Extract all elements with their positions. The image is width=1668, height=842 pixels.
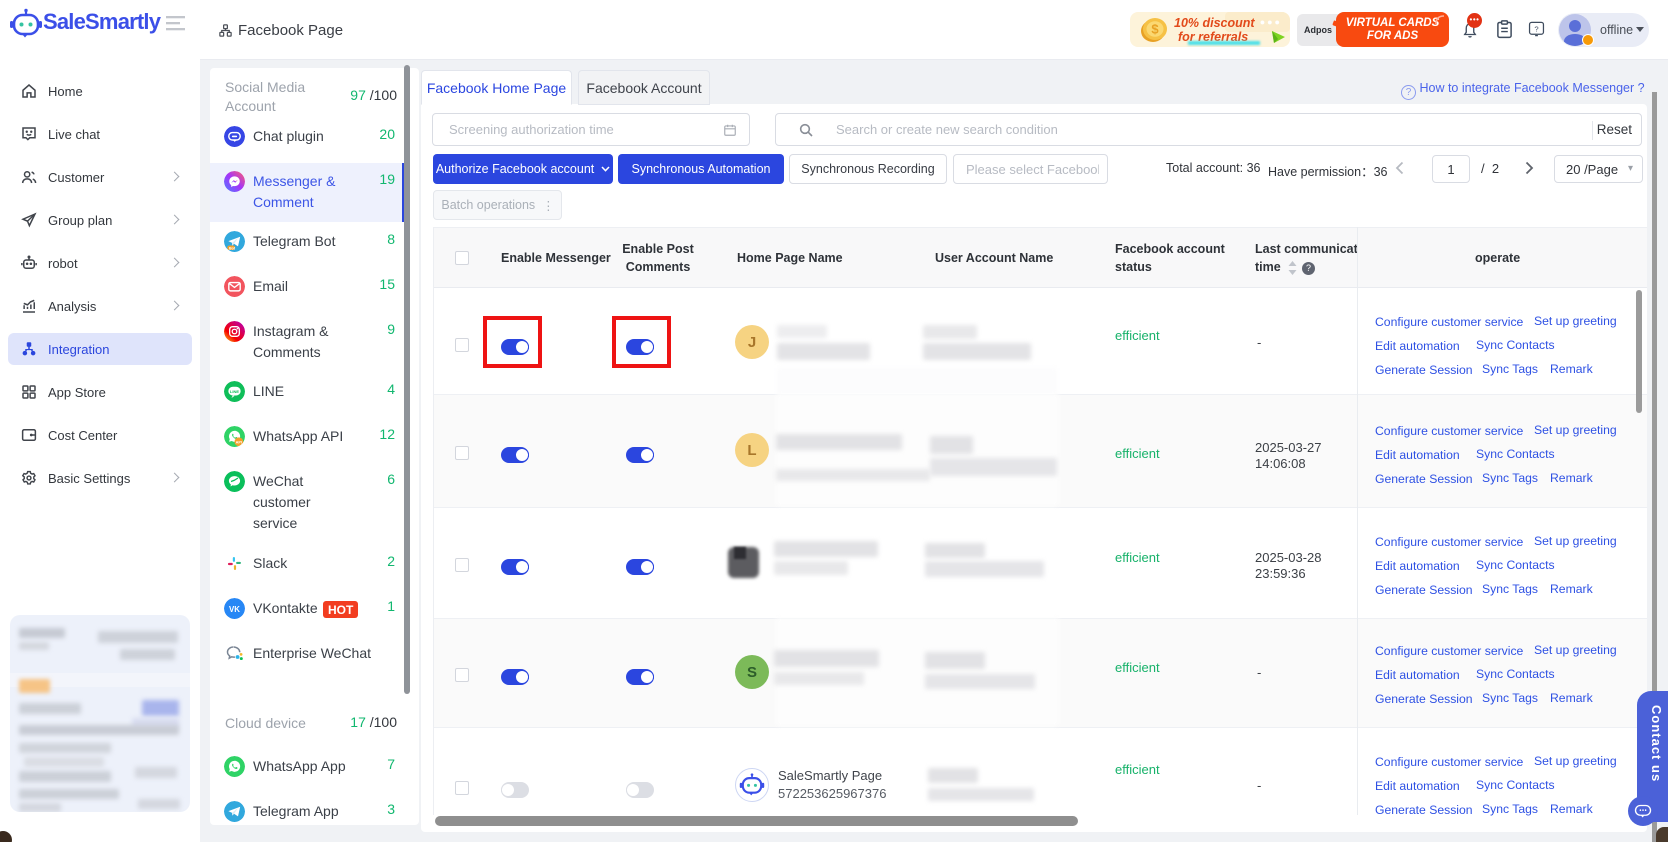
svg-text:API: API xyxy=(236,440,242,444)
svg-text:LINE: LINE xyxy=(230,389,239,394)
svg-text:$: $ xyxy=(1151,22,1159,37)
svg-text:?: ? xyxy=(1534,24,1538,33)
svg-text:Bot: Bot xyxy=(229,247,236,251)
svg-text:VK: VK xyxy=(229,605,240,614)
